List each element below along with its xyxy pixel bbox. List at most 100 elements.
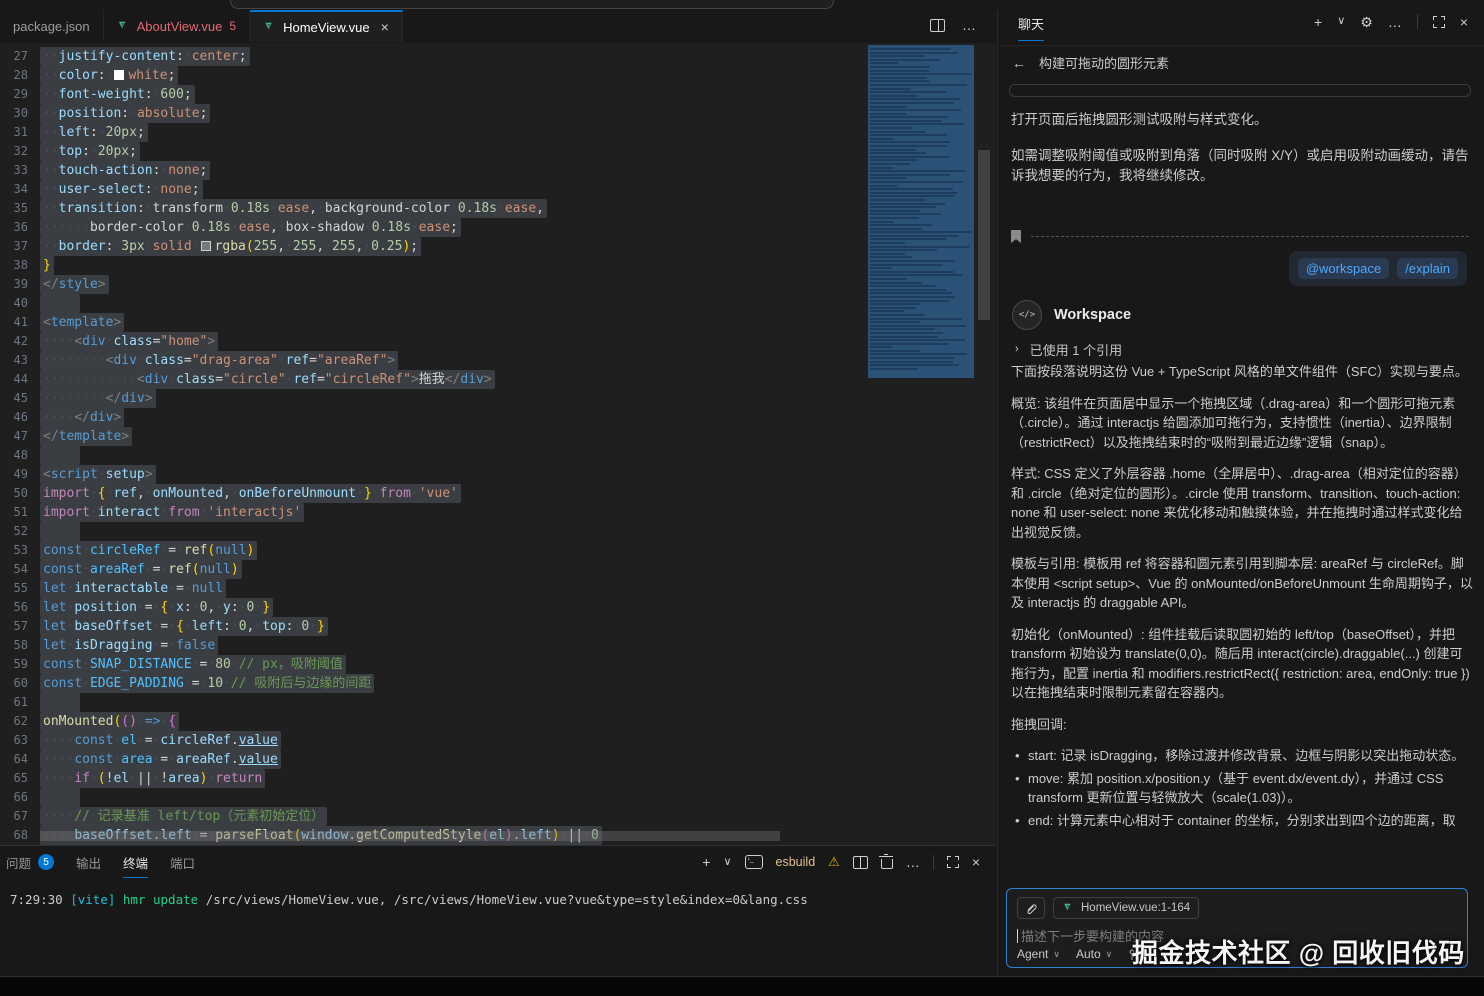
vertical-scrollbar[interactable] bbox=[978, 150, 990, 320]
context-file-label: HomeView.vue:1-164 bbox=[1081, 902, 1190, 914]
token: · bbox=[90, 505, 98, 520]
command-center[interactable] bbox=[230, 0, 834, 9]
panel-tab-问题[interactable]: 问题5 bbox=[6, 847, 54, 877]
chat-settings-icon[interactable]: ⚙ bbox=[1360, 15, 1373, 29]
panel-tab-label: 端口 bbox=[170, 847, 195, 877]
token: · bbox=[270, 201, 278, 216]
close-chat-icon[interactable]: × bbox=[1460, 15, 1468, 29]
token: · bbox=[239, 600, 247, 615]
line-number: 65 bbox=[0, 769, 40, 788]
horizontal-scrollbar[interactable] bbox=[40, 831, 780, 841]
minimap-line bbox=[870, 84, 967, 86]
code-line: 63····const·el·=·circleRef.value bbox=[0, 731, 860, 750]
panel-tab-端口[interactable]: 端口 bbox=[170, 847, 195, 877]
token: ; bbox=[200, 163, 208, 178]
code-editor[interactable]: 27··justify-content:·center;28··color:·w… bbox=[0, 43, 996, 845]
token: el bbox=[113, 771, 129, 786]
bookmark-icon[interactable] bbox=[1011, 230, 1021, 243]
open-chat-editor-icon[interactable] bbox=[1433, 16, 1445, 28]
explain-chip[interactable]: /explain bbox=[1397, 258, 1458, 279]
chat-history-dropdown-icon[interactable]: ∨ bbox=[1337, 16, 1345, 27]
token: class bbox=[176, 372, 215, 387]
user-message-bubble: @workspace/explain bbox=[1289, 251, 1467, 286]
token: template bbox=[51, 315, 114, 330]
token: · bbox=[231, 657, 239, 672]
line-number: 50 bbox=[0, 484, 40, 503]
panel-tab-终端[interactable]: 终端 bbox=[123, 847, 148, 878]
token: · bbox=[129, 771, 137, 786]
token: : bbox=[137, 201, 145, 216]
workspace-chip[interactable]: @workspace bbox=[1298, 258, 1389, 279]
token: : bbox=[145, 182, 153, 197]
token: ·· bbox=[43, 239, 59, 254]
token: , bbox=[270, 220, 278, 235]
minimap-line bbox=[870, 224, 932, 226]
dashed-divider bbox=[1031, 236, 1469, 237]
token: ········ bbox=[43, 353, 106, 368]
token: : bbox=[176, 49, 184, 64]
token: style bbox=[59, 277, 98, 292]
line-number: 32 bbox=[0, 142, 40, 161]
line-number: 40 bbox=[0, 294, 40, 313]
minimap-line bbox=[870, 203, 945, 205]
token: circleRef bbox=[90, 543, 160, 558]
token: . bbox=[231, 733, 239, 748]
token: ···· bbox=[43, 752, 74, 767]
code-line: 58let·isDragging·=·false bbox=[0, 636, 860, 655]
minimap-line bbox=[870, 253, 905, 255]
attach-context-button[interactable] bbox=[1017, 897, 1045, 919]
line-number: 33 bbox=[0, 161, 40, 180]
token: · bbox=[278, 353, 286, 368]
paperclip-icon bbox=[1025, 902, 1038, 915]
token: ···· bbox=[43, 771, 74, 786]
tab-AboutView.vue[interactable]: AboutView.vue5 bbox=[104, 10, 250, 42]
token: ; bbox=[410, 239, 418, 254]
terminal-output: 7:29:30 [vite] hmr update /src/views/Hom… bbox=[10, 892, 808, 907]
token: · bbox=[363, 239, 371, 254]
token: { bbox=[98, 486, 106, 501]
chat-more-icon[interactable]: … bbox=[1388, 15, 1402, 29]
terminal-name[interactable]: esbuild bbox=[776, 855, 816, 869]
token: </ bbox=[74, 410, 90, 425]
selected-code bbox=[40, 446, 80, 465]
selected-code: const·SNAP_DISTANCE·=·80·// px，吸附阈值 bbox=[40, 655, 346, 674]
close-tab-icon[interactable]: × bbox=[381, 19, 389, 35]
minimap-line bbox=[870, 192, 957, 194]
selected-code: </style> bbox=[40, 275, 109, 294]
agent-mode-dropdown[interactable]: Agent ∨ bbox=[1017, 947, 1060, 961]
token: : bbox=[98, 68, 106, 83]
token: · bbox=[137, 714, 145, 729]
kill-terminal-icon[interactable] bbox=[881, 859, 893, 869]
editor-more-icon[interactable]: … bbox=[962, 18, 976, 32]
token: · bbox=[184, 676, 192, 691]
minimap-line bbox=[870, 300, 949, 302]
token: · bbox=[82, 676, 90, 691]
minimap[interactable] bbox=[868, 45, 974, 378]
input-attachments-row: HomeView.vue:1-164 bbox=[1017, 897, 1457, 919]
new-terminal-icon[interactable]: + bbox=[702, 855, 710, 869]
back-icon[interactable]: ← bbox=[1012, 56, 1026, 70]
minimap-line bbox=[870, 368, 917, 370]
token: ) bbox=[247, 543, 255, 558]
panel-more-icon[interactable]: … bbox=[906, 855, 920, 869]
split-terminal-icon[interactable] bbox=[853, 856, 868, 869]
chat-tab[interactable]: 聊天 bbox=[1018, 14, 1044, 41]
references-toggle[interactable]: ›已使用 1 个引用 bbox=[1015, 340, 1122, 359]
new-chat-icon[interactable]: + bbox=[1314, 15, 1322, 29]
tab-package.json[interactable]: package.json bbox=[0, 10, 104, 42]
tab-HomeView.vue[interactable]: HomeView.vue× bbox=[250, 10, 403, 42]
selected-code: ··justify-content:·center; bbox=[40, 47, 250, 66]
close-panel-icon[interactable]: × bbox=[972, 855, 980, 869]
token: ) bbox=[231, 562, 239, 577]
line-number: 34 bbox=[0, 180, 40, 199]
split-editor-icon[interactable] bbox=[930, 19, 945, 32]
model-picker-dropdown[interactable]: Auto ∨ bbox=[1076, 947, 1112, 961]
token: ·· bbox=[43, 144, 59, 159]
terminal-dropdown-icon[interactable]: ∨ bbox=[723, 857, 731, 868]
context-file-chip[interactable]: HomeView.vue:1-164 bbox=[1053, 897, 1199, 919]
maximize-panel-icon[interactable] bbox=[947, 856, 959, 868]
token: // px，吸附阈值 bbox=[239, 657, 343, 672]
panel-tab-输出[interactable]: 输出 bbox=[76, 847, 101, 877]
selected-code: const·areaRef·=·ref(null) bbox=[40, 560, 242, 579]
collapsed-request-box[interactable] bbox=[1009, 84, 1471, 97]
